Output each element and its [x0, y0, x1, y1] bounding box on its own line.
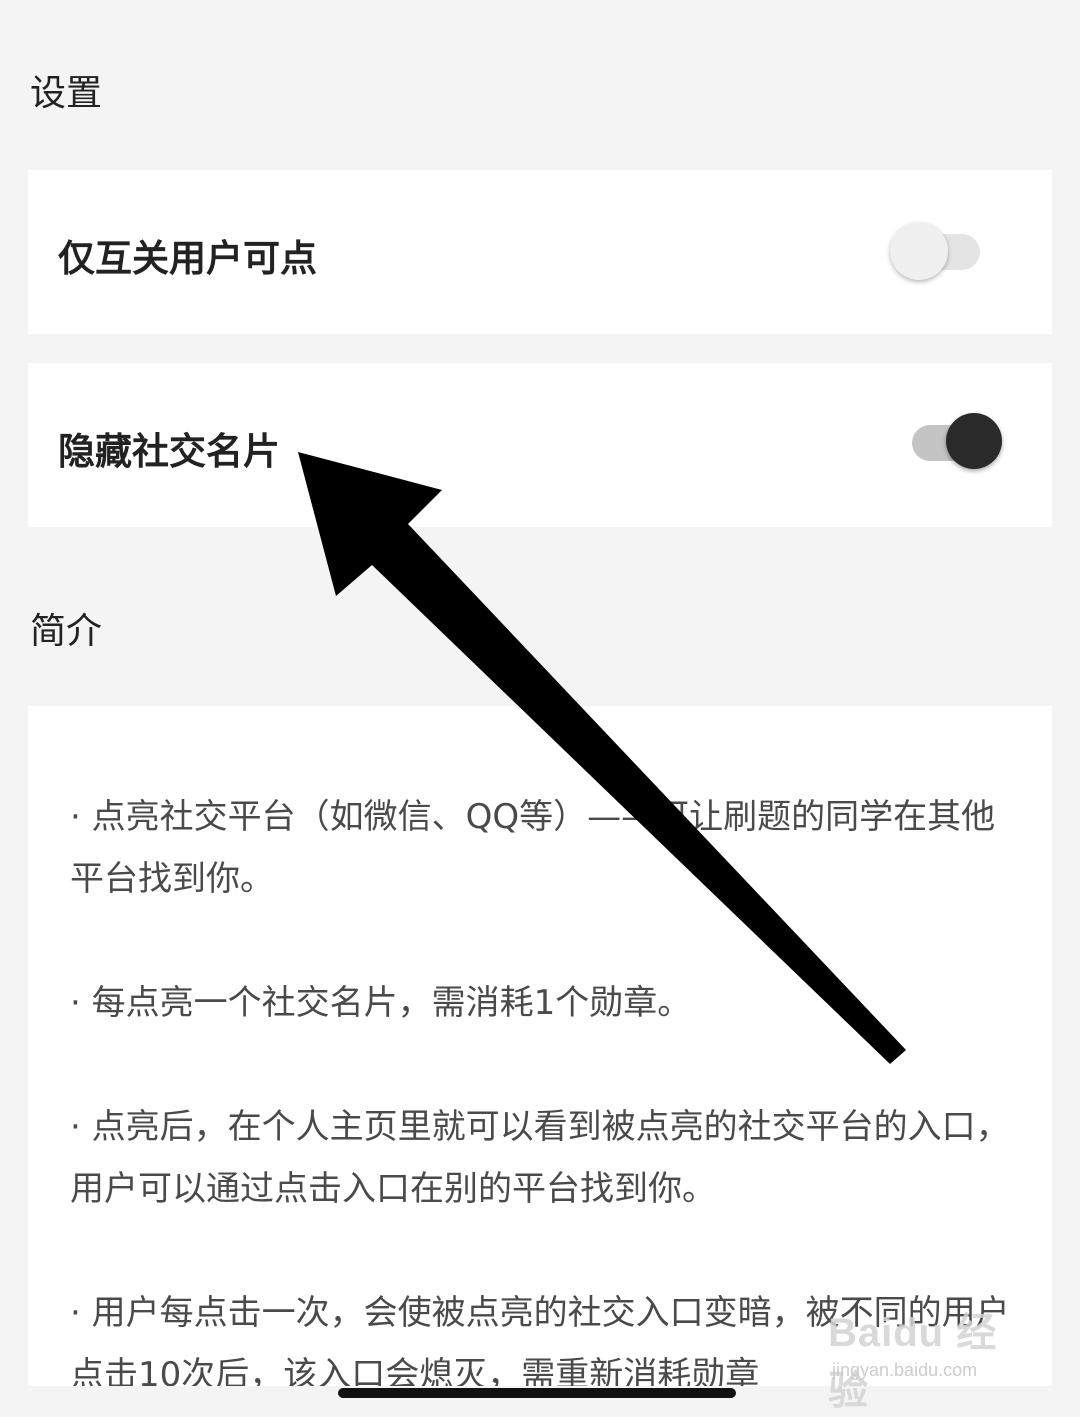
intro-paragraph: · 每点亮一个社交名片，需消耗1个勋章。 [70, 983, 692, 1023]
settings-screen: 设置 仅互关用户可点 隐藏社交名片 简介 · 点亮社交平台（如微信、QQ等）——… [0, 0, 1080, 1417]
toggle-knob [890, 222, 948, 280]
intro-card: · 点亮社交平台（如微信、QQ等）——可让刷题的同学在其他平台找到你。 · 每点… [28, 706, 1052, 1386]
intro-paragraph: · 点亮后，在个人主页里就可以看到被点亮的社交平台的入口，用户可以通过点击入口在… [70, 1107, 1010, 1209]
intro-paragraph: · 点亮社交平台（如微信、QQ等）——可让刷题的同学在其他平台找到你。 [70, 797, 996, 899]
mutual-followers-only-label: 仅互关用户可点 [58, 237, 317, 280]
intro-section-title: 简介 [30, 611, 103, 652]
settings-section-title: 设置 [30, 73, 103, 114]
toggle-knob [946, 413, 1002, 469]
intro-paragraph: · 用户每点击一次，会使被点亮的社交入口变暗，被不同的用户点击10次后，该入口会… [70, 1293, 1010, 1386]
hide-social-card-label: 隐藏社交名片 [58, 430, 280, 473]
mutual-followers-only-row[interactable]: 仅互关用户可点 [28, 170, 1052, 334]
home-indicator[interactable] [338, 1388, 736, 1398]
hide-social-card-row[interactable]: 隐藏社交名片 [28, 363, 1052, 527]
mutual-followers-only-toggle[interactable] [890, 222, 986, 282]
hide-social-card-toggle[interactable] [912, 413, 1008, 475]
